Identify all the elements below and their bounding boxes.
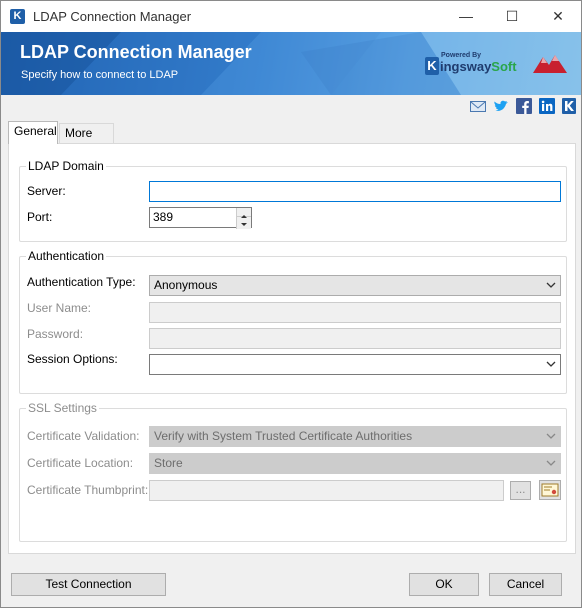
cert-location-value: Store <box>154 456 183 470</box>
ok-button[interactable]: OK <box>409 573 479 596</box>
minimize-button[interactable]: — <box>443 1 489 32</box>
cert-validation-select[interactable]: Verify with System Trusted Certificate A… <box>149 426 561 447</box>
tab-general[interactable]: General <box>8 121 58 144</box>
server-label: Server: <box>27 184 66 198</box>
server-input[interactable] <box>149 181 561 202</box>
app-icon: K <box>10 9 25 24</box>
browse-button[interactable]: ... <box>510 481 531 500</box>
certificate-picker-button[interactable] <box>539 480 561 500</box>
banner-subtitle: Specify how to connect to LDAP <box>21 69 179 81</box>
maximize-button[interactable]: ☐ <box>489 1 535 32</box>
ssl-settings-title: SSL Settings <box>26 401 99 415</box>
logo-name-part: ingsway <box>440 59 492 74</box>
logo-wordmark: ingswaySoft <box>440 59 517 74</box>
username-label: User Name: <box>27 301 92 315</box>
cert-thumbprint-input[interactable] <box>149 480 504 501</box>
chevron-down-icon <box>546 282 556 288</box>
password-input[interactable] <box>149 328 561 349</box>
cert-location-select[interactable]: Store <box>149 453 561 474</box>
linkedin-icon[interactable] <box>539 98 555 116</box>
chevron-down-icon <box>546 361 556 367</box>
cancel-button[interactable]: Cancel <box>489 573 562 596</box>
authentication-title: Authentication <box>26 249 107 263</box>
twitter-icon[interactable] <box>493 98 509 116</box>
certificate-icon <box>541 483 559 497</box>
facebook-icon[interactable] <box>516 98 532 116</box>
title-bar[interactable]: K LDAP Connection Manager — ☐ ✕ <box>1 1 581 32</box>
logo-name-soft: Soft <box>491 59 517 74</box>
password-label: Password: <box>27 327 84 341</box>
spin-up-icon[interactable] <box>237 208 251 218</box>
banner-title: LDAP Connection Manager <box>20 42 252 62</box>
dialog-window: K LDAP Connection Manager — ☐ ✕ LDAP Con… <box>0 0 582 608</box>
port-spin-buttons[interactable] <box>236 208 251 229</box>
test-connection-button[interactable]: Test Connection <box>11 573 166 596</box>
header-banner: LDAP Connection Manager Specify how to c… <box>1 32 581 95</box>
ldap-domain-title: LDAP Domain <box>26 159 106 173</box>
tab-more-info[interactable]: More Info <box>59 123 114 158</box>
kingswaysoft-icon[interactable] <box>562 98 576 116</box>
chevron-down-icon <box>546 460 556 466</box>
port-value: 389 <box>153 210 174 224</box>
cert-thumbprint-label: Certificate Thumbprint: <box>27 483 149 497</box>
kingswaysoft-logo: Powered By K ingswaySoft <box>425 52 517 80</box>
port-label: Port: <box>27 210 53 224</box>
mountain-logo-icon <box>533 55 567 73</box>
auth-type-value: Anonymous <box>154 278 218 292</box>
ldap-domain-group: LDAP Domain <box>19 159 567 242</box>
chevron-down-icon <box>546 433 556 439</box>
general-tab-panel: LDAP Domain Server: Port: 389 Authentica… <box>8 143 576 554</box>
cert-validation-label: Certificate Validation: <box>27 429 140 443</box>
cert-validation-value: Verify with System Trusted Certificate A… <box>154 429 413 443</box>
close-button[interactable]: ✕ <box>535 1 581 32</box>
session-options-label: Session Options: <box>27 352 118 366</box>
mail-icon[interactable] <box>470 98 486 116</box>
session-options-select[interactable] <box>149 354 561 375</box>
port-stepper[interactable]: 389 <box>149 207 252 229</box>
username-input[interactable] <box>149 302 561 323</box>
logo-powered-by: Powered By <box>441 52 482 59</box>
window-title: LDAP Connection Manager <box>33 9 192 24</box>
auth-type-select[interactable]: Anonymous <box>149 275 561 296</box>
logo-k-icon: K <box>425 57 439 75</box>
auth-type-label: Authentication Type: <box>27 275 136 289</box>
cert-location-label: Certificate Location: <box>27 456 134 470</box>
